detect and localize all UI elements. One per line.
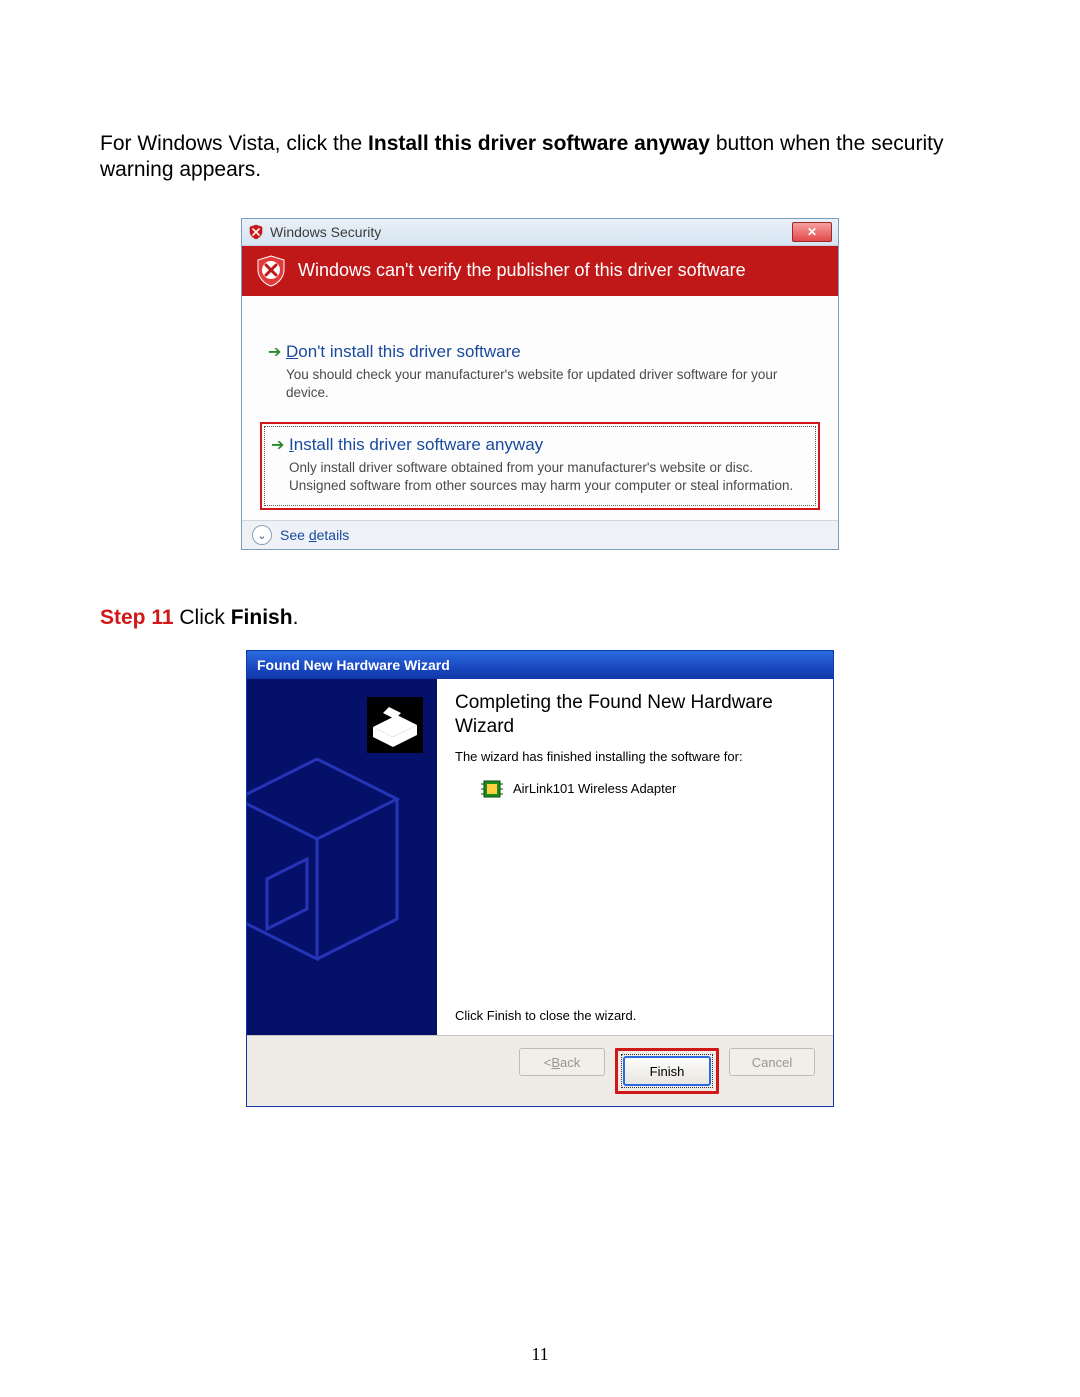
dialog-title: Found New Hardware Wizard	[257, 657, 450, 673]
close-button[interactable]: ✕	[792, 222, 832, 242]
dialog-titlebar: Found New Hardware Wizard	[247, 651, 833, 679]
option-install-anyway-title: Install this driver software anyway	[289, 435, 809, 455]
finish-button[interactable]: Finish	[623, 1056, 711, 1086]
see-details-toggle[interactable]: ⌄ See details	[242, 520, 838, 549]
device-chip-icon	[481, 778, 503, 800]
step-11-instruction: Step 11 Click Finish.	[100, 606, 980, 630]
found-new-hardware-dialog: Found New Hardware Wizard	[246, 650, 834, 1107]
dialog-title: Windows Security	[270, 224, 381, 240]
dialog-body: ➔ Don't install this driver software You…	[242, 296, 838, 521]
shield-error-icon	[254, 254, 288, 288]
dialog-titlebar: Windows Security ✕	[242, 219, 838, 246]
option-install-anyway-highlight: ➔ Install this driver software anyway On…	[260, 422, 820, 510]
intro-bold: Install this driver software anyway	[368, 132, 710, 155]
wizard-sidebar-graphic	[247, 679, 437, 1035]
intro-paragraph: For Windows Vista, click the Install thi…	[100, 131, 980, 184]
back-button: < Back	[519, 1048, 605, 1076]
wizard-heading: Completing the Found New Hardware Wizard	[455, 691, 815, 739]
warning-banner: Windows can't verify the publisher of th…	[242, 246, 838, 296]
see-details-label: See details	[280, 527, 349, 543]
windows-security-dialog: Windows Security ✕ Windows can't verify …	[241, 218, 839, 551]
chevron-down-icon: ⌄	[252, 525, 272, 545]
step-number: Step 11	[100, 606, 174, 629]
option-install-anyway[interactable]: ➔ Install this driver software anyway On…	[264, 426, 816, 506]
intro-pre: For Windows Vista, click the	[100, 132, 368, 155]
option-dont-install-title: Don't install this driver software	[286, 342, 812, 362]
finish-button-highlight: Finish	[615, 1048, 719, 1094]
warning-banner-text: Windows can't verify the publisher of th…	[298, 260, 746, 281]
option-dont-install-desc: You should check your manufacturer's web…	[286, 366, 812, 402]
cancel-button: Cancel	[729, 1048, 815, 1076]
arrow-icon: ➔	[271, 435, 289, 495]
arrow-icon: ➔	[268, 342, 286, 402]
wizard-subtext: The wizard has finished installing the s…	[455, 749, 815, 764]
shield-icon	[248, 224, 264, 240]
close-icon: ✕	[807, 225, 817, 239]
wizard-main-panel: Completing the Found New Hardware Wizard…	[437, 679, 833, 1035]
device-row: AirLink101 Wireless Adapter	[455, 778, 815, 800]
option-dont-install[interactable]: ➔ Don't install this driver software You…	[260, 332, 820, 416]
option-install-anyway-desc: Only install driver software obtained fr…	[289, 459, 809, 495]
wizard-button-row: < Back Finish Cancel	[247, 1035, 833, 1106]
page-number: 11	[0, 1344, 1080, 1365]
device-name: AirLink101 Wireless Adapter	[513, 781, 676, 796]
wizard-close-hint: Click Finish to close the wizard.	[455, 1008, 815, 1029]
